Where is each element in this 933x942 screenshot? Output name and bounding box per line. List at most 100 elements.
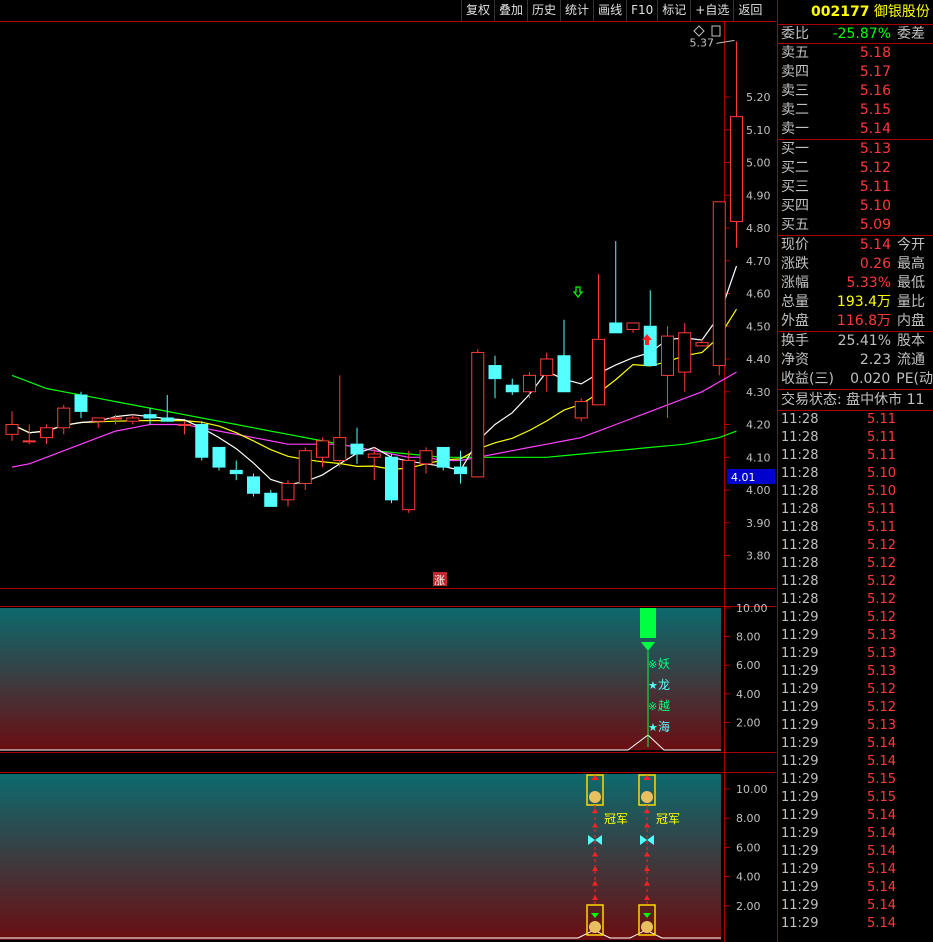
- bid-row[interactable]: 买二 5.12: [778, 159, 933, 178]
- candle-up: [22, 440, 36, 443]
- tick-row: 11:28 5.11: [778, 411, 933, 429]
- stat-row: 涨幅 5.33% 最低: [778, 274, 933, 293]
- tick-row: 11:29 5.14: [778, 897, 933, 915]
- tick-row: 11:29 5.14: [778, 843, 933, 861]
- toolbar-button-1[interactable]: 叠加: [494, 0, 527, 21]
- chart-canvas[interactable]: 5.20 5.10 5.00 4.90 4.80 4.70 4.60 4.50 4.40 4.30…: [0, 0, 776, 942]
- tick-row: 11:29 5.14: [778, 861, 933, 879]
- tick-price: 5.11: [867, 448, 896, 463]
- ind1-symbol: ※: [648, 700, 657, 713]
- bid-price: 5.10: [859, 198, 891, 214]
- ind1-tick-label: 2.00: [736, 716, 761, 729]
- stat-label: 总量: [781, 294, 809, 310]
- quote-panel: 002177 御银股份 委比 -25.87% 委差 卖五 5.18 卖四 5.17 卖三…: [777, 0, 933, 942]
- tick-time: 11:29: [781, 790, 819, 805]
- tick-row: 11:29 5.14: [778, 915, 933, 933]
- bid-label: 买五: [781, 217, 809, 233]
- toolbar-button-4[interactable]: 画线: [593, 0, 626, 21]
- toolbar-button-8[interactable]: 返回: [733, 0, 766, 21]
- candle-up: [540, 358, 554, 376]
- candle-up: [471, 351, 485, 478]
- ind1-tick-label: 4.00: [736, 688, 761, 701]
- tick-price: 5.10: [867, 466, 896, 481]
- stat-value: 193.4万: [836, 294, 891, 310]
- bid-price: 5.11: [859, 179, 891, 195]
- ask-row[interactable]: 卖三 5.16: [778, 82, 933, 101]
- tick-row: 11:29 5.13: [778, 663, 933, 681]
- stat-extra-label: 今开: [897, 237, 925, 253]
- stock-title: 002177 御银股份: [778, 0, 933, 24]
- chart-toolbar: 复权 叠加 历史 统计 画线 F10 标记 +自选 返回: [461, 0, 776, 21]
- tick-list[interactable]: 11:28 5.11 11:28 5.11 11:28 5.11 11:28 5.10 11:2…: [778, 410, 933, 933]
- ind1-signal-bar: [640, 608, 656, 638]
- ask-row[interactable]: 卖一 5.14: [778, 120, 933, 139]
- toolbar-button-2[interactable]: 历史: [527, 0, 560, 21]
- ask-row[interactable]: 卖四 5.17: [778, 63, 933, 82]
- tick-time: 11:29: [781, 628, 819, 643]
- toolbar-button-5[interactable]: F10: [626, 0, 657, 21]
- stat-row: 总量 193.4万 量比: [778, 293, 933, 312]
- weicha-label: 委差: [897, 26, 925, 42]
- bid-row[interactable]: 买三 5.11: [778, 178, 933, 197]
- tick-time: 11:28: [781, 430, 819, 445]
- tick-price: 5.11: [867, 502, 896, 517]
- tick-row: 11:28 5.10: [778, 483, 933, 501]
- candle-down: [609, 322, 623, 334]
- tick-row: 11:28 5.11: [778, 519, 933, 537]
- tick-time: 11:29: [781, 844, 819, 859]
- candle-down: [505, 384, 519, 393]
- candle-up: [626, 322, 640, 331]
- toolbar-button-6[interactable]: 标记: [657, 0, 690, 21]
- price-tick-label: 4.30: [746, 386, 771, 399]
- bid-row[interactable]: 买一 5.13: [778, 140, 933, 159]
- stat-row: 收益(三) 0.020 PE(动: [778, 370, 933, 389]
- tick-row: 11:28 5.10: [778, 465, 933, 483]
- candle-down: [74, 394, 88, 412]
- candle-down: [160, 417, 174, 422]
- tick-price: 5.12: [867, 610, 896, 625]
- weibi-label: 委比: [781, 26, 809, 42]
- tick-price: 5.12: [867, 538, 896, 553]
- price-tick-label: 4.40: [746, 353, 771, 366]
- tick-price: 5.10: [867, 484, 896, 499]
- toolbar-button-3[interactable]: 统计: [560, 0, 593, 21]
- weibi-value: -25.87%: [832, 26, 891, 42]
- tick-price: 5.11: [867, 430, 896, 445]
- ask-label: 卖一: [781, 121, 809, 137]
- candle-up: [402, 460, 416, 511]
- tick-time: 11:29: [781, 826, 819, 841]
- stat-extra-label: PE(动: [896, 371, 933, 387]
- candle-up: [178, 424, 191, 426]
- bid-label: 买一: [781, 141, 809, 157]
- ind1-tick-label: 10.00: [736, 602, 768, 615]
- kline-chart-area[interactable]: 5.20 5.10 5.00 4.90 4.80 4.70 4.60 4.50 4.40 4.30…: [0, 0, 776, 942]
- tick-price: 5.11: [867, 412, 896, 427]
- ind1-label: 龙: [658, 678, 670, 692]
- ask-label: 卖二: [781, 102, 809, 118]
- bid-label: 买三: [781, 179, 809, 195]
- tick-price: 5.12: [867, 574, 896, 589]
- bid-row[interactable]: 买五 5.09: [778, 216, 933, 235]
- tick-row: 11:29 5.14: [778, 807, 933, 825]
- tick-time: 11:29: [781, 898, 819, 913]
- ask-row[interactable]: 卖二 5.15: [778, 101, 933, 120]
- toolbar-button-0[interactable]: 复权: [461, 0, 494, 21]
- toolbar-button-7[interactable]: +自选: [690, 0, 733, 21]
- ask-row[interactable]: 卖五 5.18: [778, 44, 933, 63]
- stat-value: 116.8万: [836, 313, 891, 329]
- ask-price: 5.18: [859, 45, 891, 61]
- ind1-label: 妖: [658, 657, 670, 671]
- price-tick-label: 4.60: [746, 288, 771, 301]
- candle-up: [419, 450, 433, 465]
- stat-value: 5.33%: [846, 275, 891, 291]
- stock-name: 御银股份: [873, 4, 930, 20]
- current-price-tag-label: 4.01: [731, 471, 756, 484]
- candle-down: [557, 355, 571, 393]
- stat-row: 换手 25.41% 股本: [778, 332, 933, 351]
- high-price-label: 5.37: [690, 36, 715, 49]
- weibi-row: 委比 -25.87% 委差: [778, 24, 933, 43]
- ind1-label: 越: [658, 699, 670, 713]
- bid-row[interactable]: 买四 5.10: [778, 197, 933, 216]
- candle-down: [454, 466, 467, 475]
- candle-up: [126, 417, 140, 422]
